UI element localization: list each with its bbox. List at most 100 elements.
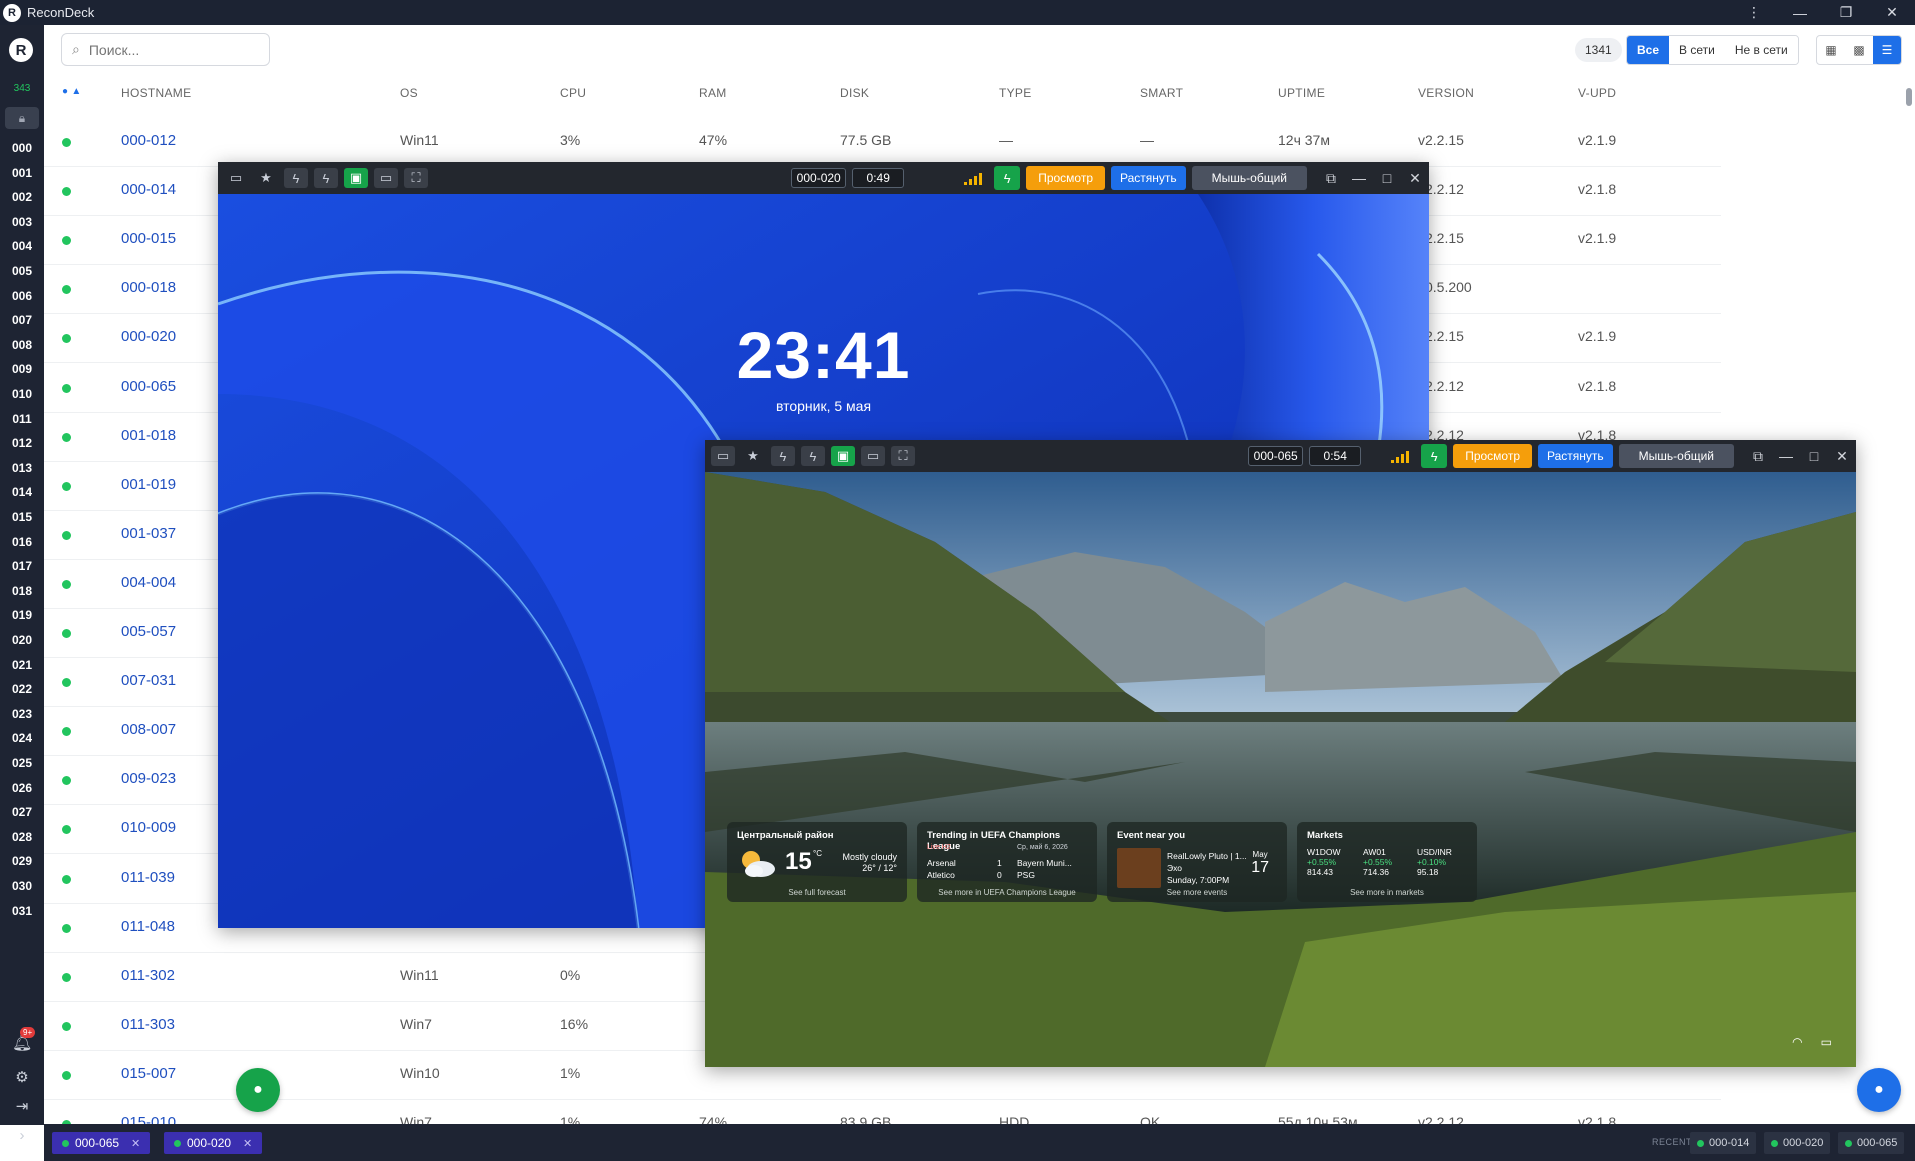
support-chat-icon[interactable]: ●	[1857, 1068, 1901, 1112]
hostname-link[interactable]: 000-014	[121, 181, 176, 198]
rail-group-item[interactable]: 007	[0, 313, 44, 327]
rail-group-item[interactable]: 009	[0, 362, 44, 376]
more-menu-icon[interactable]: ⋮	[1731, 0, 1777, 25]
scroll-thumb[interactable]	[1906, 88, 1912, 106]
mouse-shared-button[interactable]: Мышь-общий	[1618, 444, 1734, 468]
rail-group-item[interactable]: 004	[0, 239, 44, 253]
rail-group-item[interactable]: 024	[0, 731, 44, 745]
power-icon[interactable]: ϟ	[994, 166, 1021, 190]
remote-screen-desktop[interactable]: Центральный район 15 °C Mostly cloudy 26…	[705, 472, 1856, 1067]
recent-chip[interactable]: 000-020	[1764, 1132, 1831, 1154]
remote-minimize-icon[interactable]: —	[1772, 448, 1800, 464]
rail-group-item[interactable]: 023	[0, 707, 44, 721]
minimize-button[interactable]: —	[1777, 0, 1823, 25]
star-icon[interactable]: ★	[741, 446, 765, 466]
markets-more-link[interactable]: See more in markets	[1297, 888, 1477, 897]
remote-minimize-icon[interactable]: —	[1345, 170, 1373, 186]
restore-button[interactable]: ❐	[1823, 0, 1869, 25]
hostname-link[interactable]: 001-018	[121, 427, 176, 444]
wifi-icon[interactable]: ◠	[1792, 1035, 1802, 1049]
close-tab-icon[interactable]: ✕	[131, 1137, 140, 1150]
event-widget[interactable]: Event near you RealLowly Pluto | 1... Эх…	[1107, 822, 1287, 902]
fullscreen-icon[interactable]: ⛶	[891, 446, 915, 466]
screen-icon[interactable]: ▭	[374, 168, 398, 188]
rail-group-item[interactable]: 022	[0, 682, 44, 696]
table-row[interactable]: 000-012 Win11 3% 47% 77.5 GB — — 12ч 37м v2.2.15…	[44, 118, 1721, 167]
rail-group-item[interactable]: 025	[0, 756, 44, 770]
remote-close-icon[interactable]: ✕	[1828, 448, 1856, 465]
close-tab-icon[interactable]: ✕	[243, 1137, 252, 1150]
rail-group-item[interactable]: 029	[0, 854, 44, 868]
hostname-link[interactable]: 011-303	[121, 1016, 175, 1033]
rail-group-item[interactable]: 014	[0, 485, 44, 499]
rail-group-item[interactable]: 011	[0, 412, 44, 426]
rail-logo[interactable]: R	[9, 38, 33, 62]
hostname-link[interactable]: 011-039	[121, 869, 175, 886]
sports-widget[interactable]: Trending in UEFA Champions League Live H…	[917, 822, 1097, 902]
list-view-icon[interactable]: ☰	[1873, 36, 1901, 64]
expand-chevron-icon[interactable]: ›	[0, 1127, 44, 1144]
hostname-link[interactable]: 008-007	[121, 721, 176, 738]
clipboard-icon[interactable]: ▣	[831, 446, 855, 466]
rail-group-item[interactable]: 027	[0, 805, 44, 819]
rail-group-item[interactable]: 003	[0, 215, 44, 229]
hostname-link[interactable]: 011-302	[121, 967, 175, 984]
rail-group-item[interactable]: 005	[0, 264, 44, 278]
bolt-icon[interactable]: ϟ	[771, 446, 795, 466]
hostname-link[interactable]: 010-009	[121, 819, 176, 836]
rail-group-item[interactable]: 026	[0, 781, 44, 795]
bolt-icon[interactable]: ϟ	[284, 168, 308, 188]
rail-group-item[interactable]: 012	[0, 436, 44, 450]
rail-group-item[interactable]: 010	[0, 387, 44, 401]
col-version[interactable]: VERSION	[1418, 86, 1474, 100]
search-input[interactable]	[88, 41, 249, 58]
col-uptime[interactable]: UPTIME	[1278, 86, 1325, 100]
monitor-icon[interactable]: ▭	[711, 446, 735, 466]
hostname-link[interactable]: 001-019	[121, 476, 176, 493]
rail-group-item[interactable]: 030	[0, 879, 44, 893]
clipboard-icon[interactable]: ▣	[344, 168, 368, 188]
grid-small-icon[interactable]: ▩	[1845, 36, 1873, 64]
rail-group-item[interactable]: 019	[0, 608, 44, 622]
markets-widget[interactable]: Markets W1DOW +0.55% 814.43 AW01 +0.55% …	[1297, 822, 1477, 902]
mouse-shared-button[interactable]: Мышь-общий	[1191, 166, 1307, 190]
monitor-icon[interactable]: ▭	[224, 168, 248, 188]
hostname-link[interactable]: 007-031	[121, 672, 176, 689]
bolt-alt-icon[interactable]: ϟ	[314, 168, 338, 188]
rail-group-item[interactable]: 001	[0, 166, 44, 180]
bolt-alt-icon[interactable]: ϟ	[801, 446, 825, 466]
recent-chip[interactable]: 000-014	[1690, 1132, 1757, 1154]
view-button[interactable]: Просмотр	[1453, 444, 1533, 468]
rail-group-item[interactable]: 013	[0, 461, 44, 475]
popout-icon[interactable]: ⧉	[1317, 170, 1345, 187]
col-smart[interactable]: SMART	[1140, 86, 1183, 100]
session-tab-000-020[interactable]: 000-020 ✕	[164, 1132, 263, 1154]
rail-group-item[interactable]: 008	[0, 338, 44, 352]
fullscreen-icon[interactable]: ⛶	[404, 168, 428, 188]
hostname-link[interactable]: 005-057	[121, 623, 176, 640]
grid-large-icon[interactable]: ▦	[1817, 36, 1845, 64]
rail-group-item[interactable]: 002	[0, 190, 44, 204]
hostname-link[interactable]: 000-065	[121, 378, 176, 395]
lock-icon[interactable]: 🔒︎	[5, 107, 39, 129]
hostname-link[interactable]: 000-012	[121, 132, 176, 149]
hostname-link[interactable]: 015-007	[121, 1065, 176, 1082]
logout-icon[interactable]: ⇥	[0, 1097, 44, 1115]
star-icon[interactable]: ★	[254, 168, 278, 188]
col-os[interactable]: OS	[400, 86, 418, 100]
sort-indicator-icon[interactable]: ● ▲	[62, 86, 82, 97]
rail-group-item[interactable]: 015	[0, 510, 44, 524]
weather-more-link[interactable]: See full forecast	[727, 888, 907, 897]
rail-group-item[interactable]: 021	[0, 658, 44, 672]
weather-widget[interactable]: Центральный район 15 °C Mostly cloudy 26…	[727, 822, 907, 902]
hostname-link[interactable]: 000-020	[121, 328, 176, 345]
col-hostname[interactable]: HOSTNAME	[121, 86, 191, 100]
sports-more-link[interactable]: See more in UEFA Champions League	[917, 888, 1097, 897]
view-button[interactable]: Просмотр	[1026, 166, 1106, 190]
hostname-link[interactable]: 000-015	[121, 230, 176, 247]
screen-icon[interactable]: ▭	[861, 446, 885, 466]
battery-icon[interactable]: ▭	[1821, 1035, 1832, 1049]
col-ram[interactable]: RAM	[699, 86, 727, 100]
remote-close-icon[interactable]: ✕	[1401, 170, 1429, 187]
filter-offline[interactable]: Не в сети	[1724, 36, 1798, 64]
